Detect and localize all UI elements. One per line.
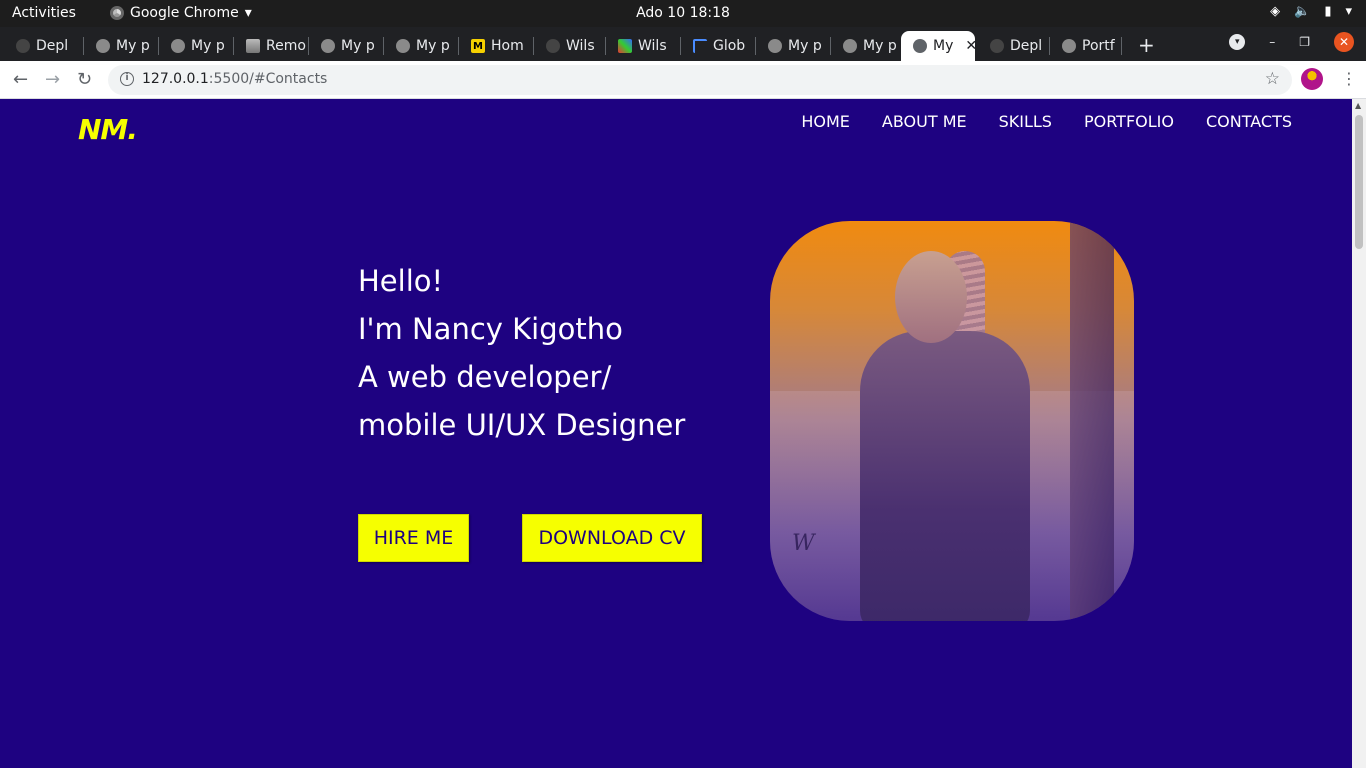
address-bar[interactable]: i 127.0.0.1:5500/#Contacts ☆: [108, 65, 1292, 95]
window-controls: ▾ – ❐ ✕: [1229, 32, 1354, 52]
layers-icon: [246, 39, 260, 53]
bookmark-star-icon[interactable]: ☆: [1265, 69, 1280, 89]
tab-14[interactable]: Portf: [1050, 31, 1122, 61]
tab-2[interactable]: My p: [159, 31, 234, 61]
nav-about-me[interactable]: ABOUT ME: [882, 112, 967, 131]
photo-person: [860, 331, 1030, 621]
download-cv-button[interactable]: DOWNLOAD CV: [522, 514, 702, 562]
minimize-icon[interactable]: –: [1269, 35, 1275, 49]
tab-8[interactable]: Wils: [606, 31, 681, 61]
flag-icon: [693, 39, 707, 53]
profile-avatar[interactable]: [1301, 68, 1323, 90]
forward-arrow-icon[interactable]: →: [45, 69, 60, 90]
globe-icon: [321, 39, 335, 53]
tab-3[interactable]: Remo: [234, 31, 309, 61]
tab-1[interactable]: My p: [84, 31, 159, 61]
globe-icon: [913, 39, 927, 53]
tab-strip: Depl My p My p Remo My p My p M Hom Wils …: [0, 27, 1366, 61]
close-window-icon[interactable]: ✕: [1334, 32, 1354, 52]
tab-label: Wils: [566, 38, 595, 54]
tab-label: My: [933, 38, 954, 54]
hero-greeting: Hello!: [358, 264, 444, 298]
hire-me-button[interactable]: HIRE ME: [358, 514, 469, 562]
tab-0[interactable]: Depl: [4, 31, 84, 61]
url-text[interactable]: 127.0.0.1:5500/#Contacts: [142, 71, 327, 87]
volume-icon: 🔈: [1294, 4, 1311, 19]
menu-kebab-icon[interactable]: ⋮: [1341, 69, 1357, 88]
clock[interactable]: Ado 10 18:18: [0, 5, 1366, 21]
hero-role-1: A web developer/: [358, 360, 612, 394]
url-host: 127.0.0.1: [142, 71, 209, 87]
chevron-down-icon: ▾: [1345, 4, 1352, 19]
tab-label: My p: [863, 38, 897, 54]
photo-watermark: W: [792, 531, 815, 556]
tab-separator: [1121, 37, 1122, 55]
globe-icon: [843, 39, 857, 53]
site-logo[interactable]: NM.: [78, 113, 138, 146]
tab-label: Hom: [491, 38, 524, 54]
globe-icon: [768, 39, 782, 53]
globe-icon: [1062, 39, 1076, 53]
hero-name: I'm Nancy Kigotho: [358, 312, 623, 346]
scrollbar-thumb[interactable]: [1355, 115, 1363, 249]
hero-text: Hello! I'm Nancy Kigotho A web developer…: [358, 257, 685, 449]
info-icon[interactable]: i: [120, 72, 134, 86]
tab-label: Depl: [1010, 38, 1043, 54]
tab-5[interactable]: My p: [384, 31, 459, 61]
tab-11[interactable]: My p: [831, 31, 901, 61]
close-icon[interactable]: ✕: [965, 38, 975, 54]
web-page: NM. HOME ABOUT ME SKILLS PORTFOLIO CONTA…: [0, 99, 1352, 768]
wifi-icon: ◈: [1270, 4, 1281, 19]
github-icon: [990, 39, 1004, 53]
photo-tree: [1070, 221, 1114, 621]
site-nav: HOME ABOUT ME SKILLS PORTFOLIO CONTACTS: [801, 112, 1292, 131]
globe-icon: [96, 39, 110, 53]
system-tray[interactable]: ◈ 🔈 ▮ ▾: [1270, 4, 1352, 19]
tab-label: My p: [191, 38, 225, 54]
tab-9[interactable]: Glob: [681, 31, 756, 61]
github-icon: [16, 39, 30, 53]
reload-icon[interactable]: ↻: [77, 69, 92, 90]
tab-7[interactable]: Wils: [534, 31, 606, 61]
globe-icon: [171, 39, 185, 53]
github-icon: [546, 39, 560, 53]
tab-label: My p: [116, 38, 150, 54]
photo-head: [895, 251, 967, 343]
tab-label: Wils: [638, 38, 667, 54]
tab-12-active[interactable]: My ✕: [901, 31, 975, 61]
tab-search-icon[interactable]: ▾: [1229, 34, 1246, 50]
browser-toolbar: ← → ↻ i 127.0.0.1:5500/#Contacts ☆: [0, 61, 1366, 99]
back-arrow-icon[interactable]: ←: [13, 69, 28, 90]
scroll-up-icon[interactable]: ▲: [1355, 101, 1361, 110]
tab-label: Depl: [36, 38, 69, 54]
new-tab-button[interactable]: +: [1138, 33, 1155, 57]
nav-skills[interactable]: SKILLS: [999, 112, 1052, 131]
image-icon: [618, 39, 632, 53]
nav-home[interactable]: HOME: [801, 112, 850, 131]
tab-label: Glob: [713, 38, 746, 54]
url-path: :5500/#Contacts: [208, 71, 328, 87]
tab-label: Remo: [266, 38, 306, 54]
nav-contacts[interactable]: CONTACTS: [1206, 112, 1292, 131]
tab-label: My p: [341, 38, 375, 54]
globe-icon: [396, 39, 410, 53]
tab-13[interactable]: Depl: [978, 31, 1050, 61]
tab-label: My p: [788, 38, 822, 54]
m-icon: M: [471, 39, 485, 53]
tab-6[interactable]: M Hom: [459, 31, 534, 61]
maximize-icon[interactable]: ❐: [1299, 35, 1310, 49]
tab-label: Portf: [1082, 38, 1115, 54]
tab-4[interactable]: My p: [309, 31, 384, 61]
page-scrollbar[interactable]: ▲: [1352, 99, 1366, 768]
hero-role-2: mobile UI/UX Designer: [358, 408, 686, 442]
tab-label: My p: [416, 38, 450, 54]
profile-photo: W: [770, 221, 1134, 621]
system-top-bar: Activities Google Chrome ▾ Ado 10 18:18 …: [0, 0, 1366, 27]
tab-10[interactable]: My p: [756, 31, 831, 61]
battery-icon: ▮: [1324, 4, 1332, 19]
nav-portfolio[interactable]: PORTFOLIO: [1084, 112, 1174, 131]
